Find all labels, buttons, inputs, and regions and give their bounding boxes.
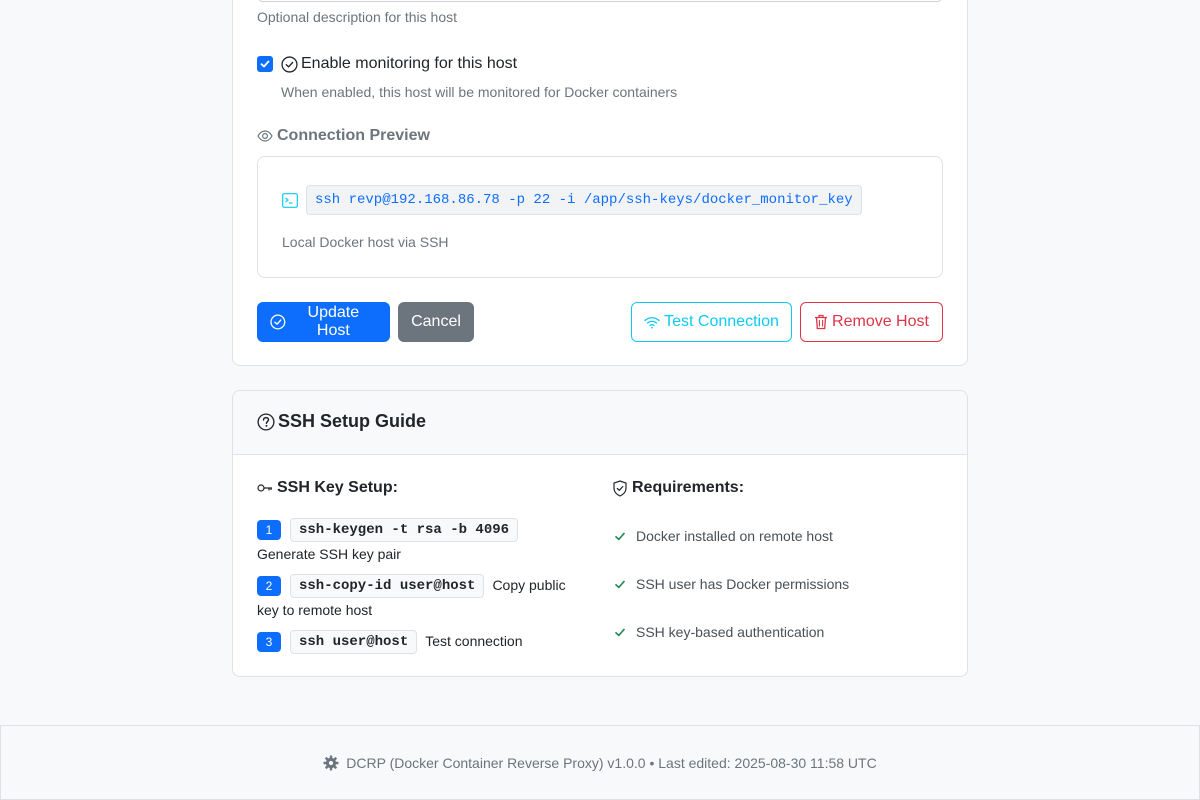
cancel-label: Cancel [411,313,461,330]
eye-icon [257,130,273,142]
setup-step: 1 ssh-keygen -t rsa -b 4096 Generate SSH k… [257,517,587,566]
checkmark-icon [260,60,270,68]
check-icon [615,580,625,588]
requirement-text: SSH user has Docker permissions [636,576,850,592]
check-circle-icon [281,55,298,73]
setup-step: 3 ssh user@host Test connection [257,629,587,655]
monitoring-help: When enabled, this host will be monitore… [281,84,678,100]
terminal-icon [282,192,298,208]
requirement-text: Docker installed on remote host [636,528,833,544]
guide-header: SSH Setup Guide [233,391,967,455]
monitoring-label[interactable]: Enable monitoring for this host [281,55,517,73]
connection-preview-title-text: Connection Preview [277,127,430,144]
step-command: ssh-keygen -t rsa -b 4096 [290,518,519,543]
step-description: Generate SSH key pair [257,546,401,563]
trash-icon [815,314,828,330]
update-host-label: Update Host [307,304,360,339]
test-connection-button[interactable]: Test Connection [631,302,792,342]
preview-command-row: ssh revp@192.168.86.78 -p 22 -i /app/ssh… [282,185,862,215]
step-number-badge: 1 [257,520,281,541]
footer: DCRP (Docker Container Reverse Proxy) v1… [0,725,1200,800]
step-command: ssh user@host [290,630,418,655]
requirement-item: SSH key-based authentication [615,624,824,640]
preview-command: ssh revp@192.168.86.78 -p 22 -i /app/ssh… [306,185,862,215]
monitoring-checkbox-row[interactable]: Enable monitoring for this host [257,55,517,73]
check-icon [615,628,625,636]
gear-icon [323,755,339,770]
requirement-item: Docker installed on remote host [615,528,833,544]
description-input[interactable] [257,0,943,2]
check-circle-icon [270,314,286,330]
remove-host-label: Remove Host [832,313,929,330]
footer-text: DCRP (Docker Container Reverse Proxy) v1… [346,754,877,771]
ssh-setup-guide-card: SSH Setup Guide SSH Key Setup: Requireme… [232,390,968,677]
test-connection-label: Test Connection [664,313,779,330]
cancel-button[interactable]: Cancel [398,302,474,342]
requirement-text: SSH key-based authentication [636,624,825,640]
remove-host-button[interactable]: Remove Host [800,302,943,342]
step-command: ssh-copy-id user@host [290,574,485,599]
shield-check-icon [613,479,627,497]
host-form-card: Optional description for this host Enabl… [232,0,968,366]
connection-preview-title: Connection Preview [257,127,430,145]
guide-title-text: SSH Setup Guide [278,411,427,431]
requirements-title-text: Requirements: [632,479,745,496]
monitoring-label-text: Enable monitoring for this host [301,55,518,72]
description-help: Optional description for this host [257,9,457,25]
step-description: Test connection [425,633,523,649]
step-number-badge: 3 [257,632,281,653]
preview-note: Local Docker host via SSH [282,234,449,250]
check-icon [615,532,625,540]
guide-title: SSH Setup Guide [257,411,426,432]
ssh-key-setup-title-text: SSH Key Setup: [277,479,398,496]
step-number-badge: 2 [257,576,281,597]
key-icon [257,484,272,492]
setup-step: 2 ssh-copy-id user@host Copy public key to… [257,573,587,622]
wifi-icon [644,316,660,328]
requirement-item: SSH user has Docker permissions [615,576,849,592]
ssh-key-setup-title: SSH Key Setup: [257,479,398,497]
page: Optional description for this host Enabl… [0,0,1200,800]
update-host-button[interactable]: Update Host [257,302,390,342]
question-circle-icon [257,412,275,431]
requirements-title: Requirements: [612,479,744,497]
monitoring-checkbox[interactable] [257,56,273,72]
connection-preview-box: ssh revp@192.168.86.78 -p 22 -i /app/ssh… [257,156,943,278]
